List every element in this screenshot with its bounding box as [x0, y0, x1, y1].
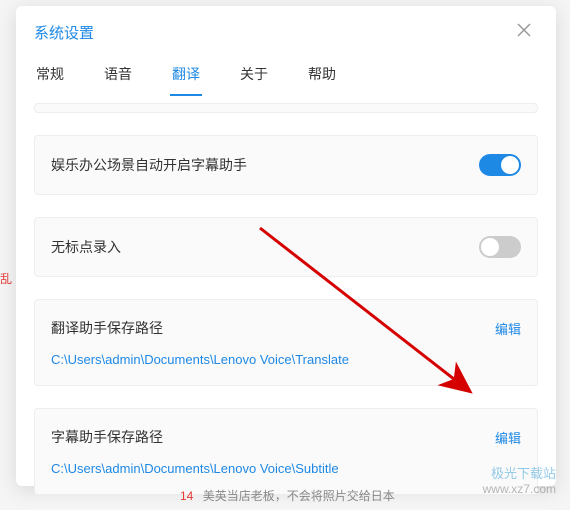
toggle-subtitle-auto[interactable] [479, 154, 521, 176]
close-button[interactable] [510, 20, 538, 44]
setting-label: 娱乐办公场景自动开启字幕助手 [51, 155, 247, 175]
dialog-title: 系统设置 [34, 22, 94, 43]
background-fragment-bottom: 14 美英当店老板，不会将照片交给日本 [180, 487, 395, 504]
toggle-no-punct[interactable] [479, 236, 521, 258]
toggle-knob [501, 156, 519, 174]
background-fragment-left: 乱 [0, 270, 12, 287]
subtitle-path-value: C:\Users\admin\Documents\Lenovo Voice\Su… [51, 461, 521, 476]
edit-translate-path[interactable]: 编辑 [495, 319, 521, 338]
toggle-knob [481, 238, 499, 256]
settings-dialog: 系统设置 常规 语音 翻译 关于 帮助 娱乐办公场景自动开启字幕助手 无标点录入 [16, 6, 556, 486]
tab-voice[interactable]: 语音 [102, 54, 134, 96]
close-icon [516, 22, 532, 38]
setting-card-subtitle-path: 字幕助手保存路径 编辑 C:\Users\admin\Documents\Len… [34, 408, 538, 495]
tabs-bar: 常规 语音 翻译 关于 帮助 [16, 54, 556, 97]
setting-label: 无标点录入 [51, 237, 121, 257]
top-spacer-bar [34, 103, 538, 113]
setting-label: 字幕助手保存路径 [51, 427, 163, 447]
translate-path-value: C:\Users\admin\Documents\Lenovo Voice\Tr… [51, 352, 521, 367]
settings-content: 娱乐办公场景自动开启字幕助手 无标点录入 翻译助手保存路径 编辑 C:\User… [16, 113, 556, 495]
tab-translate[interactable]: 翻译 [170, 54, 202, 96]
setting-label: 翻译助手保存路径 [51, 318, 163, 338]
bg-number: 14 [180, 489, 193, 503]
tab-about[interactable]: 关于 [238, 54, 270, 96]
bg-text: 美英当店老板，不会将照片交给日本 [203, 489, 395, 503]
setting-card-subtitle-auto: 娱乐办公场景自动开启字幕助手 [34, 135, 538, 195]
dialog-header: 系统设置 [16, 6, 556, 54]
tab-general[interactable]: 常规 [34, 54, 66, 96]
setting-card-translate-path: 翻译助手保存路径 编辑 C:\Users\admin\Documents\Len… [34, 299, 538, 386]
tab-help[interactable]: 帮助 [306, 54, 338, 96]
setting-card-no-punct: 无标点录入 [34, 217, 538, 277]
edit-subtitle-path[interactable]: 编辑 [495, 428, 521, 447]
